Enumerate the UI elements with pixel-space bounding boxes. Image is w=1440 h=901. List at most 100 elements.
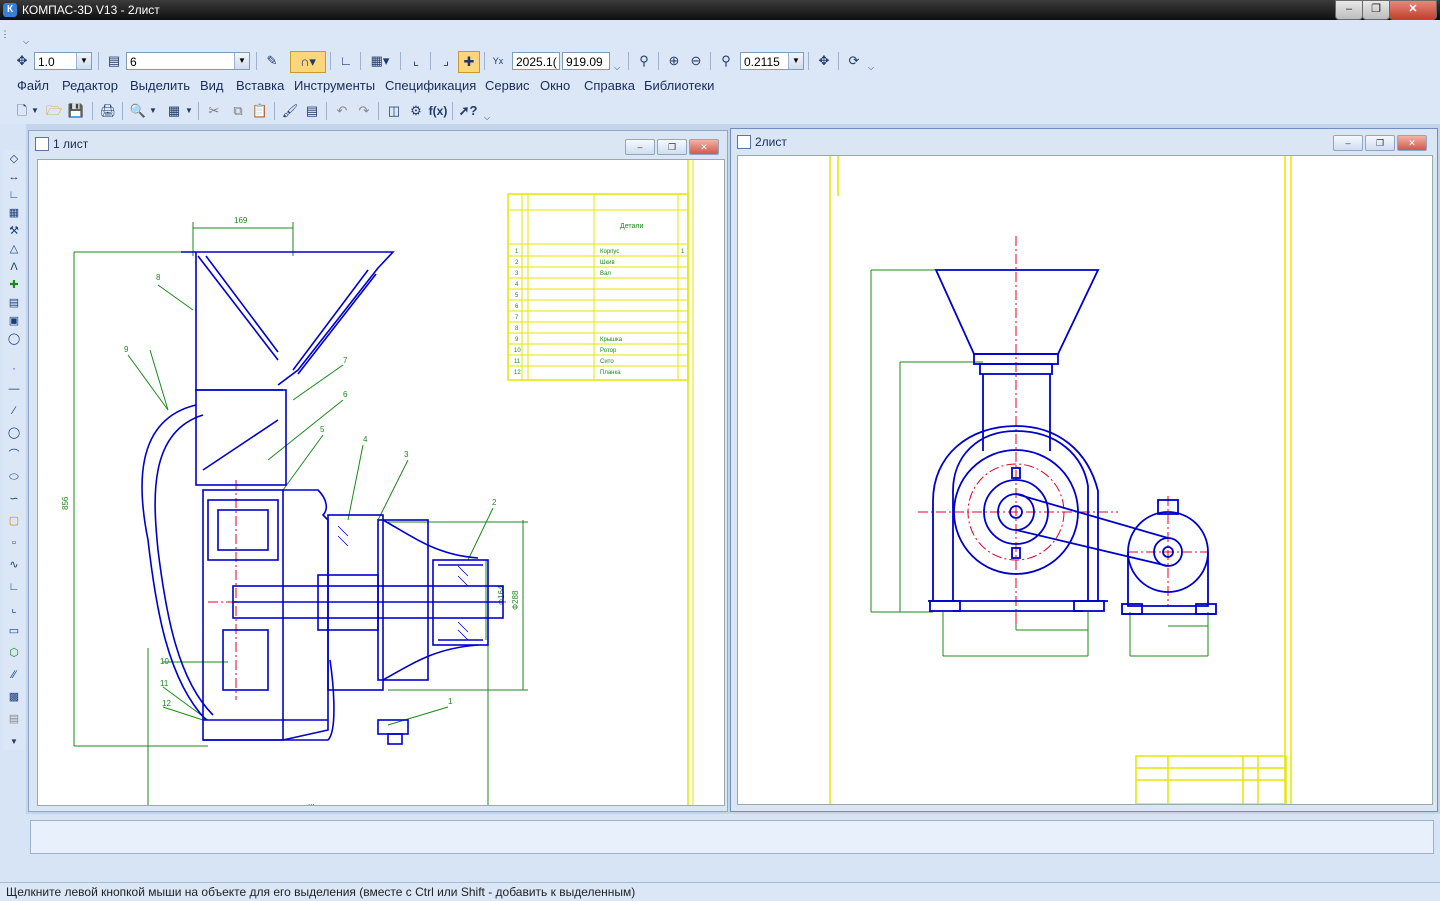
spec-icon[interactable]: ✚ — [5, 278, 23, 293]
coord-y-field[interactable]: 919.09 — [562, 52, 610, 70]
layer-field[interactable]: 6 ▼ — [126, 52, 250, 70]
save-icon[interactable]: 💾 — [66, 101, 86, 121]
variables-icon[interactable]: ◫ — [384, 101, 404, 121]
print-icon[interactable]: 🖨 — [98, 101, 118, 121]
fill-icon[interactable]: ▩ — [5, 690, 23, 705]
report-icon[interactable]: ▤ — [5, 296, 23, 311]
menu-file[interactable]: Файл — [17, 78, 49, 93]
doc1-maximize-button[interactable]: ❐ — [657, 139, 687, 155]
round-icon[interactable]: ⌟ — [436, 51, 456, 71]
properties-icon[interactable]: ✎ — [262, 51, 282, 71]
snap-magnet-icon[interactable]: ∩▾ — [290, 51, 326, 73]
fillet-icon[interactable]: ⌞ — [5, 602, 23, 617]
ellipse-icon[interactable]: ⬭ — [5, 470, 23, 485]
fragment-icon[interactable]: ◯ — [5, 332, 23, 347]
menu-specification[interactable]: Спецификация — [385, 78, 476, 93]
menu-service[interactable]: Сервис — [485, 78, 530, 93]
menu-tools[interactable]: Инструменты — [294, 78, 375, 93]
rectangle-icon[interactable]: ▭ — [5, 624, 23, 639]
polygon-icon[interactable]: ⬡ — [5, 646, 23, 661]
pan-icon[interactable]: ✥ — [814, 51, 834, 71]
circle-icon[interactable]: ◯ — [5, 426, 23, 441]
drawing-canvas-1[interactable]: Детали 1 Корпус 1 2 Шкив 3 Вал 4 5 6 7 8… — [37, 159, 725, 806]
hatch-icon[interactable]: ▢ — [5, 514, 23, 529]
chevron-down-icon[interactable]: ▼ — [788, 53, 803, 69]
zoom-window-icon[interactable]: ⚲ — [634, 51, 654, 71]
parametrization-icon[interactable]: ⚒ — [5, 224, 23, 239]
arc-icon[interactable]: ⌒ — [5, 448, 23, 463]
line-icon[interactable]: — — [5, 382, 23, 397]
undo-icon[interactable]: ↶ — [332, 101, 352, 121]
new-file-icon[interactable]: 🗋 — [12, 101, 32, 121]
maximize-button[interactable]: ❐ — [1362, 0, 1390, 20]
chevron-down-icon[interactable]: ▼ — [30, 101, 40, 121]
chevron-down-icon[interactable]: ▼ — [76, 53, 91, 69]
open-folder-icon[interactable]: 🗁 — [44, 101, 64, 121]
spline-icon[interactable]: ∽ — [5, 492, 23, 507]
centerlines — [208, 480, 508, 700]
grip-icon[interactable]: ⋮ — [0, 24, 10, 44]
grid-icon[interactable]: ▦▾ — [366, 51, 394, 71]
preview-icon[interactable]: 🔍 — [128, 101, 148, 121]
spec-row-pos: 5 — [515, 293, 519, 299]
curve-icon[interactable]: ∿ — [5, 558, 23, 573]
geometry-icon[interactable]: ◇ — [5, 152, 23, 167]
close-button[interactable]: ✕ — [1389, 0, 1437, 20]
manager-icon[interactable]: ▦ — [164, 101, 184, 121]
local-cs-icon[interactable]: ∟ — [336, 51, 356, 71]
step-field[interactable]: 1.0 ▼ — [34, 52, 92, 70]
doc1-minimize-button[interactable]: – — [625, 139, 655, 155]
expand-icon[interactable]: ▼ — [5, 734, 23, 749]
minimize-button[interactable]: – — [1335, 0, 1363, 20]
point-icon[interactable]: · — [5, 362, 23, 377]
contour-icon[interactable]: ▫ — [5, 536, 23, 551]
menu-view[interactable]: Вид — [200, 78, 224, 93]
zoom-scale-icon[interactable]: ⚲ — [716, 51, 736, 71]
selection-icon[interactable]: Λ — [5, 260, 23, 275]
menu-select[interactable]: Выделить — [130, 78, 190, 93]
document-window-1[interactable]: 1 лист – ❐ ✕ Детали 1 Корпус 1 2 Шкив 3 … — [28, 130, 728, 812]
zoom-field[interactable]: 0.2115 ▼ — [740, 52, 804, 70]
menu-edit[interactable]: Редактор — [62, 78, 118, 93]
chevron-down-icon[interactable]: ▼ — [234, 53, 249, 69]
coord-x-field[interactable]: 2025.1( — [512, 52, 560, 70]
fx-button[interactable]: f(x) — [428, 101, 448, 121]
help-pointer-icon[interactable]: ➚? — [458, 101, 478, 121]
segment-icon[interactable]: ∕ — [5, 404, 23, 419]
zoom-out-icon[interactable]: ⊖ — [686, 51, 706, 71]
measure-icon[interactable]: △ — [5, 242, 23, 257]
drawing-canvas-2[interactable] — [737, 155, 1433, 805]
properties-list-icon[interactable]: ▤ — [302, 101, 322, 121]
menu-window[interactable]: Окно — [540, 78, 570, 93]
chevron-down-icon[interactable]: ▼ — [184, 101, 194, 121]
cursor-snap-icon[interactable]: ✚ — [458, 51, 480, 73]
doc2-maximize-button[interactable]: ❐ — [1365, 135, 1395, 151]
doc2-close-button[interactable]: ✕ — [1397, 135, 1427, 151]
layers-icon[interactable]: ▤ — [104, 51, 124, 71]
callout-label: 2 — [492, 498, 497, 507]
dimensions-icon[interactable]: ↔ — [5, 170, 23, 185]
paste-icon[interactable]: 📋 — [250, 101, 270, 121]
menu-help[interactable]: Справка — [584, 78, 635, 93]
edit-icon[interactable]: ▦ — [5, 206, 23, 221]
designations-icon[interactable]: ∟ — [5, 188, 23, 203]
copy-icon[interactable]: ⧉ — [228, 101, 248, 121]
refresh-icon[interactable]: ⟳ — [844, 51, 864, 71]
collection-icon[interactable]: ▤ — [5, 712, 23, 727]
zoom-in-icon[interactable]: ⊕ — [664, 51, 684, 71]
step-icon[interactable]: ✥ — [12, 51, 32, 71]
library-manager-icon[interactable]: ⚙ — [406, 101, 426, 121]
doc2-minimize-button[interactable]: – — [1333, 135, 1363, 151]
chevron-down-icon[interactable]: ▼ — [148, 101, 158, 121]
ortho-icon[interactable]: ⌞ — [406, 51, 426, 71]
menu-libraries[interactable]: Библиотеки — [644, 78, 714, 93]
cut-icon[interactable]: ✂ — [204, 101, 224, 121]
equidistant-icon[interactable]: ∕∕ — [5, 668, 23, 683]
document-window-2[interactable]: 2лист – ❐ ✕ — [730, 128, 1438, 812]
chamfer-icon[interactable]: ∟ — [5, 580, 23, 595]
insert-icon[interactable]: ▣ — [5, 314, 23, 329]
redo-icon[interactable]: ↷ — [354, 101, 374, 121]
copy-properties-icon[interactable]: 🖌 — [280, 101, 300, 121]
menu-insert[interactable]: Вставка — [236, 78, 284, 93]
doc1-close-button[interactable]: ✕ — [689, 139, 719, 155]
